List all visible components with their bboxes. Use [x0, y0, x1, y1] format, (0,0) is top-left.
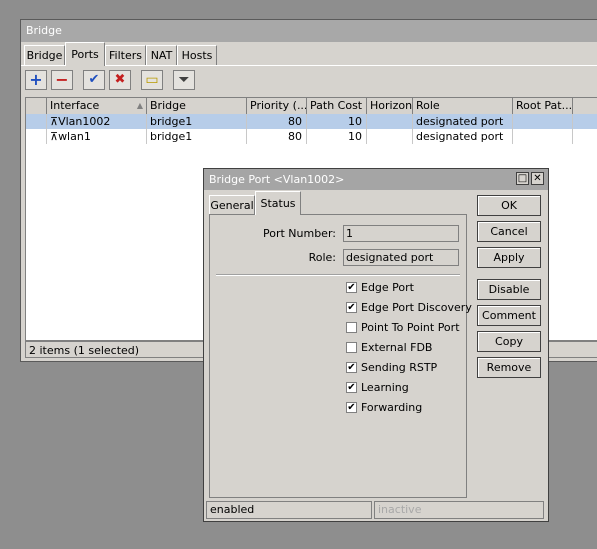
tab-hosts[interactable]: Hosts — [177, 45, 217, 65]
cell-root-path — [513, 114, 573, 129]
tab-ports[interactable]: Ports — [65, 42, 105, 66]
disable-button[interactable]: ✖ — [109, 70, 131, 90]
cross-icon: ✖ — [114, 72, 126, 87]
header-spacer — [26, 98, 47, 114]
table-row[interactable]: ⊼wlan1 bridge1 80 10 designated port — [26, 129, 597, 144]
cell-root-path — [513, 129, 573, 144]
remove-button[interactable]: Remove — [477, 357, 541, 378]
check-icon: ✔ — [88, 72, 100, 87]
checkbox-label: Edge Port — [361, 281, 414, 294]
tab-bridge[interactable]: Bridge — [24, 45, 65, 65]
comment-button[interactable]: ▭ — [141, 70, 163, 90]
toolbar: + − ✔ ✖ ▭ ⏷ — [25, 70, 205, 92]
apply-button[interactable]: Apply — [477, 247, 541, 268]
checkbox-label: Learning — [361, 381, 409, 394]
column-header-horizon[interactable]: Horizon — [367, 98, 413, 114]
role-field[interactable]: designated port — [343, 249, 459, 266]
column-header-root-path[interactable]: Root Pat... — [513, 98, 573, 114]
status-panel: Port Number: 1 Role: designated port ✔ Ed… — [209, 214, 472, 498]
checkbox-box: ✔ — [346, 282, 357, 293]
close-button[interactable]: ✕ — [531, 172, 544, 185]
remove-button[interactable]: − — [51, 70, 73, 90]
enabled-status: enabled — [206, 501, 372, 519]
cell-bridge: bridge1 — [147, 114, 247, 129]
tab-filters[interactable]: Filters — [105, 45, 146, 65]
column-header-role[interactable]: Role — [413, 98, 513, 114]
checkbox-label: External FDB — [361, 341, 433, 354]
add-button[interactable]: + — [25, 70, 47, 90]
enable-button[interactable]: ✔ — [83, 70, 105, 90]
tab-divider — [21, 65, 597, 66]
cell-path-cost: 10 — [307, 129, 367, 144]
ok-button[interactable]: OK — [477, 195, 541, 216]
copy-button[interactable]: Copy — [477, 331, 541, 352]
bridge-port-dialog: Bridge Port <Vlan1002> □ ✕ General Statu… — [203, 168, 549, 522]
running-status: inactive — [374, 501, 544, 519]
cell-priority: 80 — [247, 129, 307, 144]
column-label: Interface — [50, 99, 100, 112]
port-number-field[interactable]: 1 — [343, 225, 459, 242]
checkbox-label: Forwarding — [361, 401, 423, 414]
divider — [216, 274, 460, 276]
row-spacer — [26, 114, 47, 129]
cell-priority: 80 — [247, 114, 307, 129]
cell-horizon — [367, 114, 413, 129]
maximize-icon: □ — [517, 173, 528, 184]
disable-button[interactable]: Disable — [477, 279, 541, 300]
checkbox-box — [346, 322, 357, 333]
column-header-bridge[interactable]: Bridge — [147, 98, 247, 114]
filter-icon: ⏷ — [178, 72, 190, 88]
tab-nat[interactable]: NAT — [146, 45, 177, 65]
sort-arrow-icon: ▲ — [136, 101, 143, 110]
column-header-priority[interactable]: Priority (... — [247, 98, 307, 114]
cancel-button[interactable]: Cancel — [477, 221, 541, 242]
dialog-title: Bridge Port <Vlan1002> — [209, 173, 345, 186]
cell-path-cost: 10 — [307, 114, 367, 129]
checkbox-box: ✔ — [346, 302, 357, 313]
tab-general[interactable]: General — [209, 195, 255, 214]
table-row[interactable]: ⊼Vlan1002 bridge1 80 10 designated port — [26, 114, 597, 129]
column-header-path-cost[interactable]: Path Cost — [307, 98, 367, 114]
close-icon: ✕ — [533, 173, 542, 184]
cell-interface: ⊼Vlan1002 — [47, 114, 147, 129]
table-header: Interface ▲ Bridge Priority (... Path Cos… — [26, 98, 597, 115]
bridge-window-title: Bridge — [21, 20, 597, 42]
comment-icon: ▭ — [145, 72, 159, 88]
interface-name: Vlan1002 — [58, 115, 111, 128]
cell-bridge: bridge1 — [147, 129, 247, 144]
cell-role: designated port — [413, 129, 513, 144]
tab-status[interactable]: Status — [255, 191, 301, 215]
cell-role: designated port — [413, 114, 513, 129]
filter-button[interactable]: ⏷ — [173, 70, 195, 90]
dialog-title-bar: Bridge Port <Vlan1002> □ ✕ — [204, 169, 548, 190]
checkbox-label: Edge Port Discovery — [361, 301, 472, 314]
maximize-button[interactable]: □ — [516, 172, 529, 185]
checkbox-box: ✔ — [346, 402, 357, 413]
checkbox-box — [346, 342, 357, 353]
cell-horizon — [367, 129, 413, 144]
minus-icon: − — [55, 70, 69, 89]
row-spacer — [26, 129, 47, 144]
comment-button[interactable]: Comment — [477, 305, 541, 326]
checkbox-box: ✔ — [346, 382, 357, 393]
role-label: Role: — [308, 251, 336, 264]
column-header-interface[interactable]: Interface ▲ — [47, 98, 147, 114]
cell-interface: ⊼wlan1 — [47, 129, 147, 144]
port-number-label: Port Number: — [262, 227, 336, 240]
checkbox-label: Sending RSTP — [361, 361, 438, 374]
plus-icon: + — [29, 70, 43, 89]
port-icon: ⊼ — [50, 115, 59, 128]
port-icon: ⊼ — [50, 130, 59, 143]
checkbox-box: ✔ — [346, 362, 357, 373]
checkbox-label: Point To Point Port — [361, 321, 460, 334]
interface-name: wlan1 — [58, 130, 91, 143]
